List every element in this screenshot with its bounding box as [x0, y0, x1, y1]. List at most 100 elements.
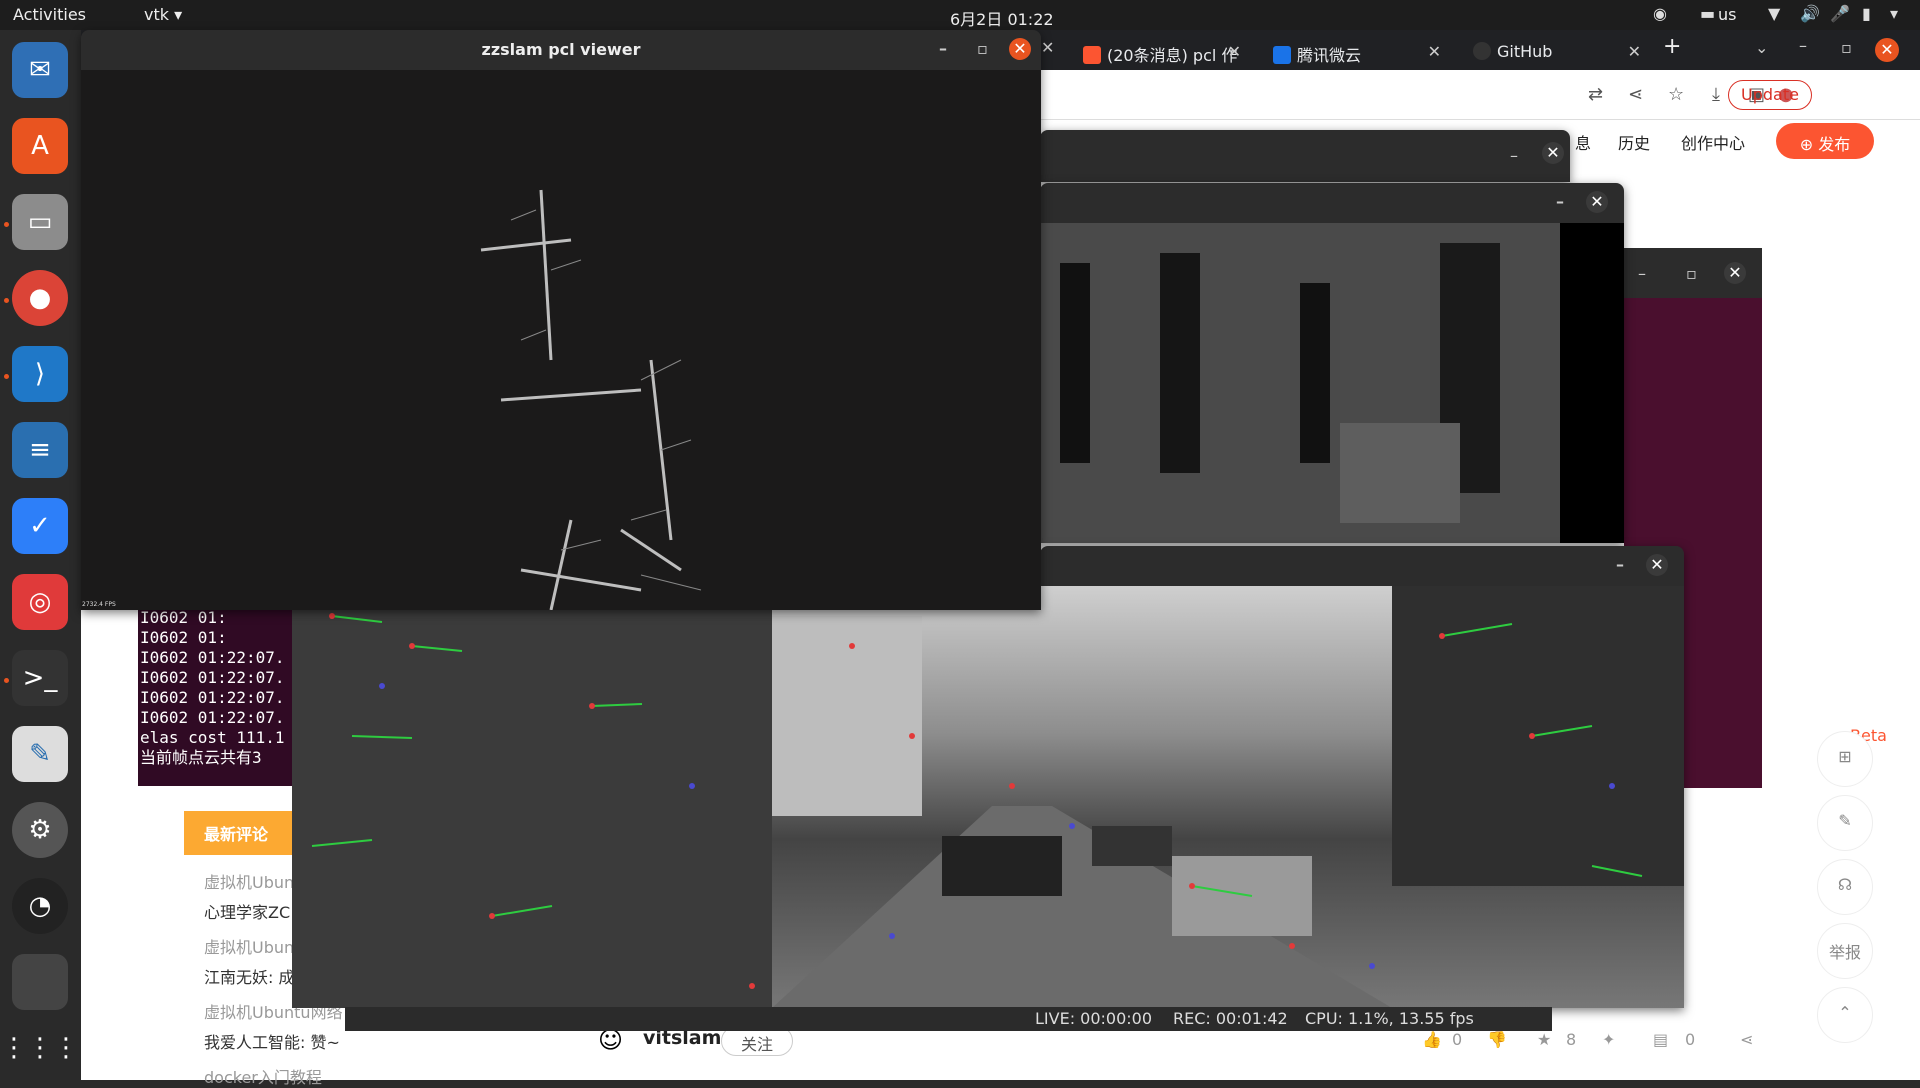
toolbox-icon[interactable]: ⊞ — [1817, 731, 1873, 787]
update-notifier-icon[interactable]: ◉ — [1653, 4, 1667, 23]
maximize-icon[interactable]: ▫ — [1686, 264, 1697, 283]
running-indicator — [4, 374, 9, 379]
comment-title[interactable]: 虚拟机Ubun — [204, 869, 294, 893]
close-icon[interactable]: ✕ — [1586, 191, 1608, 213]
terminal-line: elas cost 111.1 — [140, 728, 285, 747]
live-time: LIVE: 00:00:00 — [1035, 1009, 1153, 1028]
comment-icon[interactable]: ▤ — [1653, 1030, 1668, 1049]
keyboard-layout[interactable]: us — [1718, 5, 1736, 24]
messages-link[interactable]: 息 — [1575, 130, 1591, 154]
dock: ✉ A ▭ ● ⟩ ≡ ✓ ◎ >_ ✎ ⚙ ◔ ⋮⋮⋮ — [0, 30, 81, 1080]
tab-close-icon[interactable]: ✕ — [1428, 42, 1441, 61]
terminal-line: I0602 01:22:07. — [140, 668, 285, 687]
share-icon[interactable]: ⋖ — [1628, 84, 1643, 105]
show-apps-icon[interactable]: ⋮⋮⋮ — [1, 1020, 79, 1076]
terminal-window: I0602 01: I0602 01: I0602 01:22:07. I060… — [138, 606, 298, 786]
running-indicator — [4, 678, 9, 683]
settings-icon[interactable]: ⚙ — [12, 802, 68, 858]
pcl-viewer-titlebar: zzslam pcl viewer – ▫ ✕ — [81, 30, 1041, 70]
minimize-icon[interactable]: – — [939, 39, 947, 58]
like-icon[interactable]: 👍 — [1422, 1030, 1442, 1049]
maximize-icon[interactable]: ▫ — [977, 39, 988, 58]
bookmark-star-icon[interactable]: ☆ — [1668, 84, 1684, 105]
weiyun-favicon-icon — [1273, 46, 1291, 64]
report-button[interactable]: 举报 — [1817, 923, 1873, 979]
close-icon[interactable]: ✕ — [1724, 262, 1746, 284]
latest-comments-header: 最新评论 — [184, 811, 294, 855]
point-cloud-canvas[interactable]: 2732.4 FPS — [81, 70, 1041, 610]
terminal-line: I0602 01: — [140, 628, 227, 647]
street-scene-graphic — [292, 586, 1684, 1008]
obs-icon[interactable]: ◔ — [12, 878, 68, 934]
pcl-viewer-window: zzslam pcl viewer – ▫ ✕ 2732.4 FPS — [81, 30, 1041, 610]
star-icon[interactable]: ★ — [1537, 1030, 1551, 1049]
chrome-icon[interactable]: ● — [12, 270, 68, 326]
history-link[interactable]: 历史 — [1618, 130, 1650, 154]
disparity-titlebar: – ✕ — [1040, 183, 1624, 223]
new-tab-icon[interactable]: + — [1663, 34, 1681, 59]
disparity-window: – ✕ — [1040, 183, 1624, 543]
writer-icon[interactable]: ≡ — [12, 422, 68, 478]
feature-tracking-image — [292, 586, 1684, 1008]
running-indicator — [4, 298, 9, 303]
volume-icon[interactable]: 🔊 — [1800, 4, 1820, 23]
thunderbird-icon[interactable]: ✉ — [12, 42, 68, 98]
terminal-line: I0602 01:22:07. — [140, 648, 285, 667]
translate-icon[interactable]: ⇄ — [1588, 84, 1603, 105]
comment-title[interactable]: docker入门教程 — [204, 1064, 322, 1088]
recording-status-bar: LIVE: 00:00:00 REC: 00:01:42 CPU: 1.1%, … — [345, 1007, 1552, 1031]
publish-button[interactable]: ⊕ 发布 — [1776, 123, 1874, 159]
battery-icon[interactable]: ▮ — [1862, 4, 1871, 23]
minimize-icon[interactable]: – — [1556, 192, 1564, 211]
point-cloud-graphic — [480, 189, 702, 610]
tab-github[interactable]: GitHub ✕ — [1461, 34, 1651, 70]
app-menu[interactable]: vtk ▾ — [144, 5, 182, 24]
support-icon[interactable]: ☊ — [1817, 859, 1873, 915]
restore-icon[interactable]: ▫ — [1841, 38, 1852, 57]
download-icon[interactable]: ⤓ — [1712, 84, 1720, 105]
microphone-icon[interactable]: 🎤 — [1830, 4, 1850, 23]
text-editor-icon[interactable]: ✎ — [12, 726, 68, 782]
opencv-window-back: – ✕ — [1040, 130, 1570, 182]
edit-icon[interactable]: ✎ — [1817, 795, 1873, 851]
update-button[interactable]: Update — [1728, 80, 1812, 110]
dislike-icon[interactable]: 👎 — [1487, 1030, 1507, 1049]
tab-search-icon[interactable]: ⌄ — [1755, 38, 1768, 57]
minimize-icon[interactable]: – — [1510, 146, 1518, 165]
mail-client-icon[interactable]: ✓ — [12, 498, 68, 554]
reward-icon[interactable]: ✦ — [1602, 1030, 1615, 1049]
clock[interactable]: 6月2日 01:22 — [950, 6, 1054, 30]
close-icon[interactable]: ✕ — [1646, 554, 1668, 576]
wifi-icon[interactable]: ▼ — [1768, 4, 1780, 23]
terminal-icon[interactable]: >_ — [12, 650, 68, 706]
minimize-icon[interactable]: – — [1638, 264, 1646, 283]
vscode-icon[interactable]: ⟩ — [12, 346, 68, 402]
power-menu-icon[interactable]: ▾ — [1890, 4, 1898, 23]
tab-csdn[interactable]: (20条消息) pcl 作 ✕ — [1071, 34, 1251, 70]
tab-label: GitHub — [1497, 42, 1553, 61]
tab-close-icon[interactable]: ✕ — [1628, 42, 1641, 61]
creator-center-link[interactable]: 创作中心 — [1681, 130, 1745, 154]
close-icon[interactable]: ✕ — [1542, 142, 1564, 164]
active-window-icon[interactable] — [12, 954, 68, 1010]
github-favicon-icon — [1473, 42, 1491, 60]
tab-label: 腾讯微云 — [1297, 46, 1362, 65]
background-window-titlebar: – ▫ ✕ — [1624, 248, 1762, 298]
comment-title[interactable]: 虚拟机Ubun — [204, 934, 294, 958]
minimize-icon[interactable]: – — [1799, 36, 1807, 55]
back-to-top-icon[interactable]: ⌃ — [1817, 987, 1873, 1043]
netease-music-icon[interactable]: ◎ — [12, 574, 68, 630]
publish-label: 发布 — [1818, 135, 1851, 154]
minimize-icon[interactable]: – — [1616, 555, 1624, 574]
files-icon[interactable]: ▭ — [12, 194, 68, 250]
running-indicator — [4, 222, 9, 227]
share-icon[interactable]: ⋖ — [1740, 1030, 1753, 1049]
tab-close-icon[interactable]: ✕ — [1041, 38, 1054, 57]
tab-weiyun[interactable]: 腾讯微云 ✕ — [1261, 34, 1451, 70]
close-icon[interactable]: ✕ — [1009, 38, 1031, 60]
close-window-icon[interactable]: ✕ — [1875, 38, 1899, 62]
activities-button[interactable]: Activities — [13, 5, 86, 24]
software-center-icon[interactable]: A — [12, 118, 68, 174]
tab-close-icon[interactable]: ✕ — [1228, 42, 1241, 61]
comment-count: 0 — [1685, 1030, 1696, 1049]
